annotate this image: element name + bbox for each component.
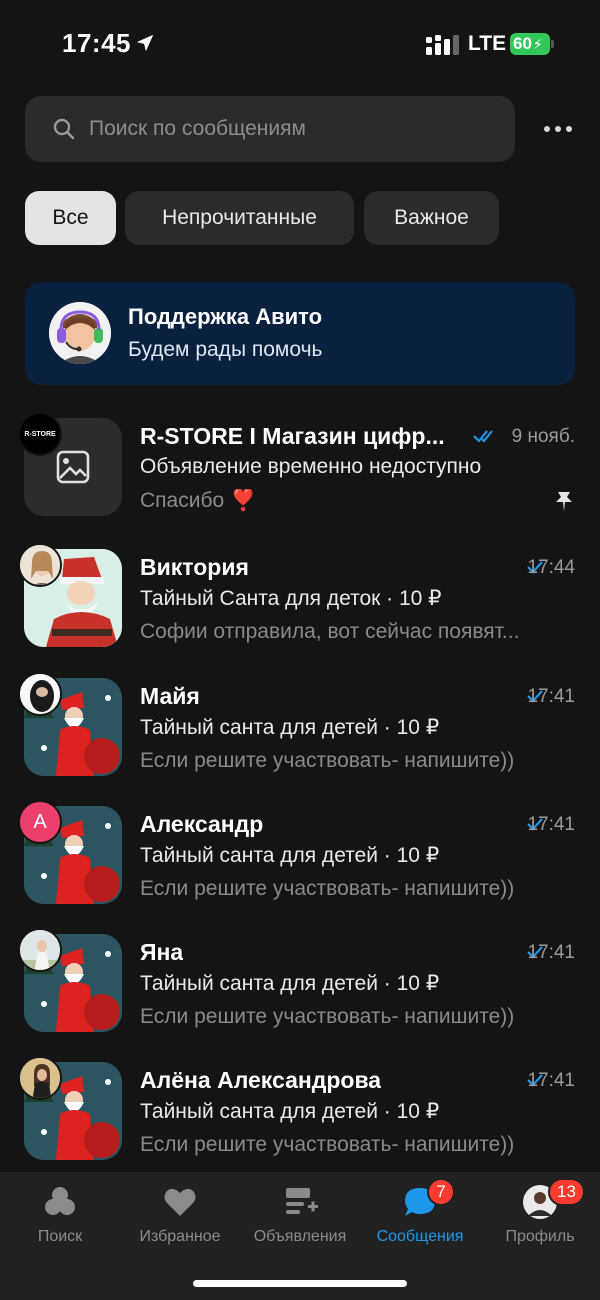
chat-last-message: Если решите участвовать- напишите)) [140,877,515,900]
chat-name: Яна [140,939,184,965]
chat-last-message: Софии отправила, вот сейчас появят... [140,620,520,643]
messages-screen: 17:45 LTE 60 ⚡ Поиск по сообщениям Все Не… [0,0,600,1300]
chat-date: 17:41 [527,686,575,707]
user-avatar: А [18,800,62,844]
chat-date: 17:44 [527,557,575,578]
tab-label: Профиль [505,1228,575,1245]
chat-date: 9 нояб. [511,426,575,447]
filter-important[interactable]: Важное [364,191,499,245]
tab-favorites[interactable]: Избранное [120,1184,240,1254]
tab-label: Поиск [37,1228,83,1245]
support-subtitle: Будем рады помочь [128,338,323,361]
filter-unread[interactable]: Непрочитанные [125,191,354,245]
profile-badge: 13 [548,1178,585,1206]
tab-label: Сообщения [376,1228,464,1245]
tab-label: Избранное [139,1228,221,1245]
battery-cap [551,40,554,48]
support-title: Поддержка Авито [128,304,323,329]
pin-icon [556,492,572,511]
chat-name: Майя [140,683,200,709]
search-icon [53,118,75,140]
chat-date: 17:41 [527,1070,575,1091]
chat-ad-title: Тайный санта для детей · 10 ₽ [140,972,440,995]
chat-last-message: Спасибо ❣️ [140,489,257,512]
user-avatar [18,672,62,716]
chat-name: Александр [140,811,264,837]
search-input[interactable]: Поиск по сообщениям [89,117,306,141]
user-avatar [18,543,62,587]
chat-ad-title: Тайный санта для детей · 10 ₽ [140,844,440,867]
user-avatar [18,1056,62,1100]
network-type: LTE [468,32,507,55]
status-time: 17:45 [62,28,131,58]
tab-ads[interactable]: Объявления [240,1184,360,1254]
battery-level: 60 [513,34,532,53]
support-avatar [49,302,111,364]
avatar-initial: А [33,810,47,833]
tab-messages[interactable]: Сообщения [360,1184,480,1254]
chat-row[interactable]: Виктория 17:44 Тайный Санта для деток · … [0,543,600,677]
more-options-icon[interactable] [538,116,578,142]
charging-bolt-icon: ⚡ [532,35,543,52]
chat-ad-title: Тайный санта для детей · 10 ₽ [140,716,440,739]
chat-ad-title: Тайный Санта для деток · 10 ₽ [140,587,442,610]
heart-icon [164,1188,196,1216]
chat-ad-title: Объявление временно недоступно [140,455,482,478]
search-circles-icon [45,1187,75,1215]
support-agent-icon [49,302,111,364]
chat-name: Алёна Александрова [140,1067,382,1093]
chat-row[interactable]: Алёна Александрова 17:41 Тайный санта дл… [0,1056,600,1190]
chat-row[interactable]: Майя 17:41 Тайный санта для детей · 10 ₽… [0,672,600,806]
location-arrow-icon [136,34,154,52]
chat-date: 17:41 [527,814,575,835]
support-banner[interactable]: Поддержка Авито Будем рады помочь [25,282,575,385]
status-bar: 17:45 LTE 60 ⚡ [0,0,600,90]
chat-row[interactable]: Яна 17:41 Тайный санта для детей · 10 ₽ … [0,928,600,1062]
home-indicator [193,1280,407,1287]
chat-name: R-STORE I Магазин цифр... [140,423,445,449]
chat-last-message: Если решите участвовать- напишите)) [140,749,515,772]
chat-ad-title: Тайный санта для детей · 10 ₽ [140,1100,440,1123]
search-bar[interactable]: Поиск по сообщениям [25,96,515,162]
tab-label: Объявления [253,1228,347,1245]
double-check-icon [473,430,493,443]
messages-unread-badge: 7 [427,1178,455,1206]
chat-row[interactable]: А Александр 17:41 Тайный санта для детей… [0,800,600,934]
user-avatar [18,928,62,972]
tab-search[interactable]: Поиск [0,1184,120,1254]
chat-last-message: Если решите участвовать- напишите)) [140,1133,515,1156]
seller-avatar: R-STORE [18,412,62,456]
chat-last-message: Если решите участвовать- напишите)) [140,1005,515,1028]
chat-date: 17:41 [527,942,575,963]
cellular-signal-icon [426,35,459,55]
battery-indicator: 60 ⚡ [510,33,550,55]
chat-row[interactable]: R-STORE R-STORE I Магазин цифр... 9 нояб… [0,412,600,546]
seller-logo-label: R-STORE [24,430,56,438]
filter-all[interactable]: Все [25,191,116,245]
ads-list-icon [286,1188,318,1214]
chat-name: Виктория [140,554,249,580]
